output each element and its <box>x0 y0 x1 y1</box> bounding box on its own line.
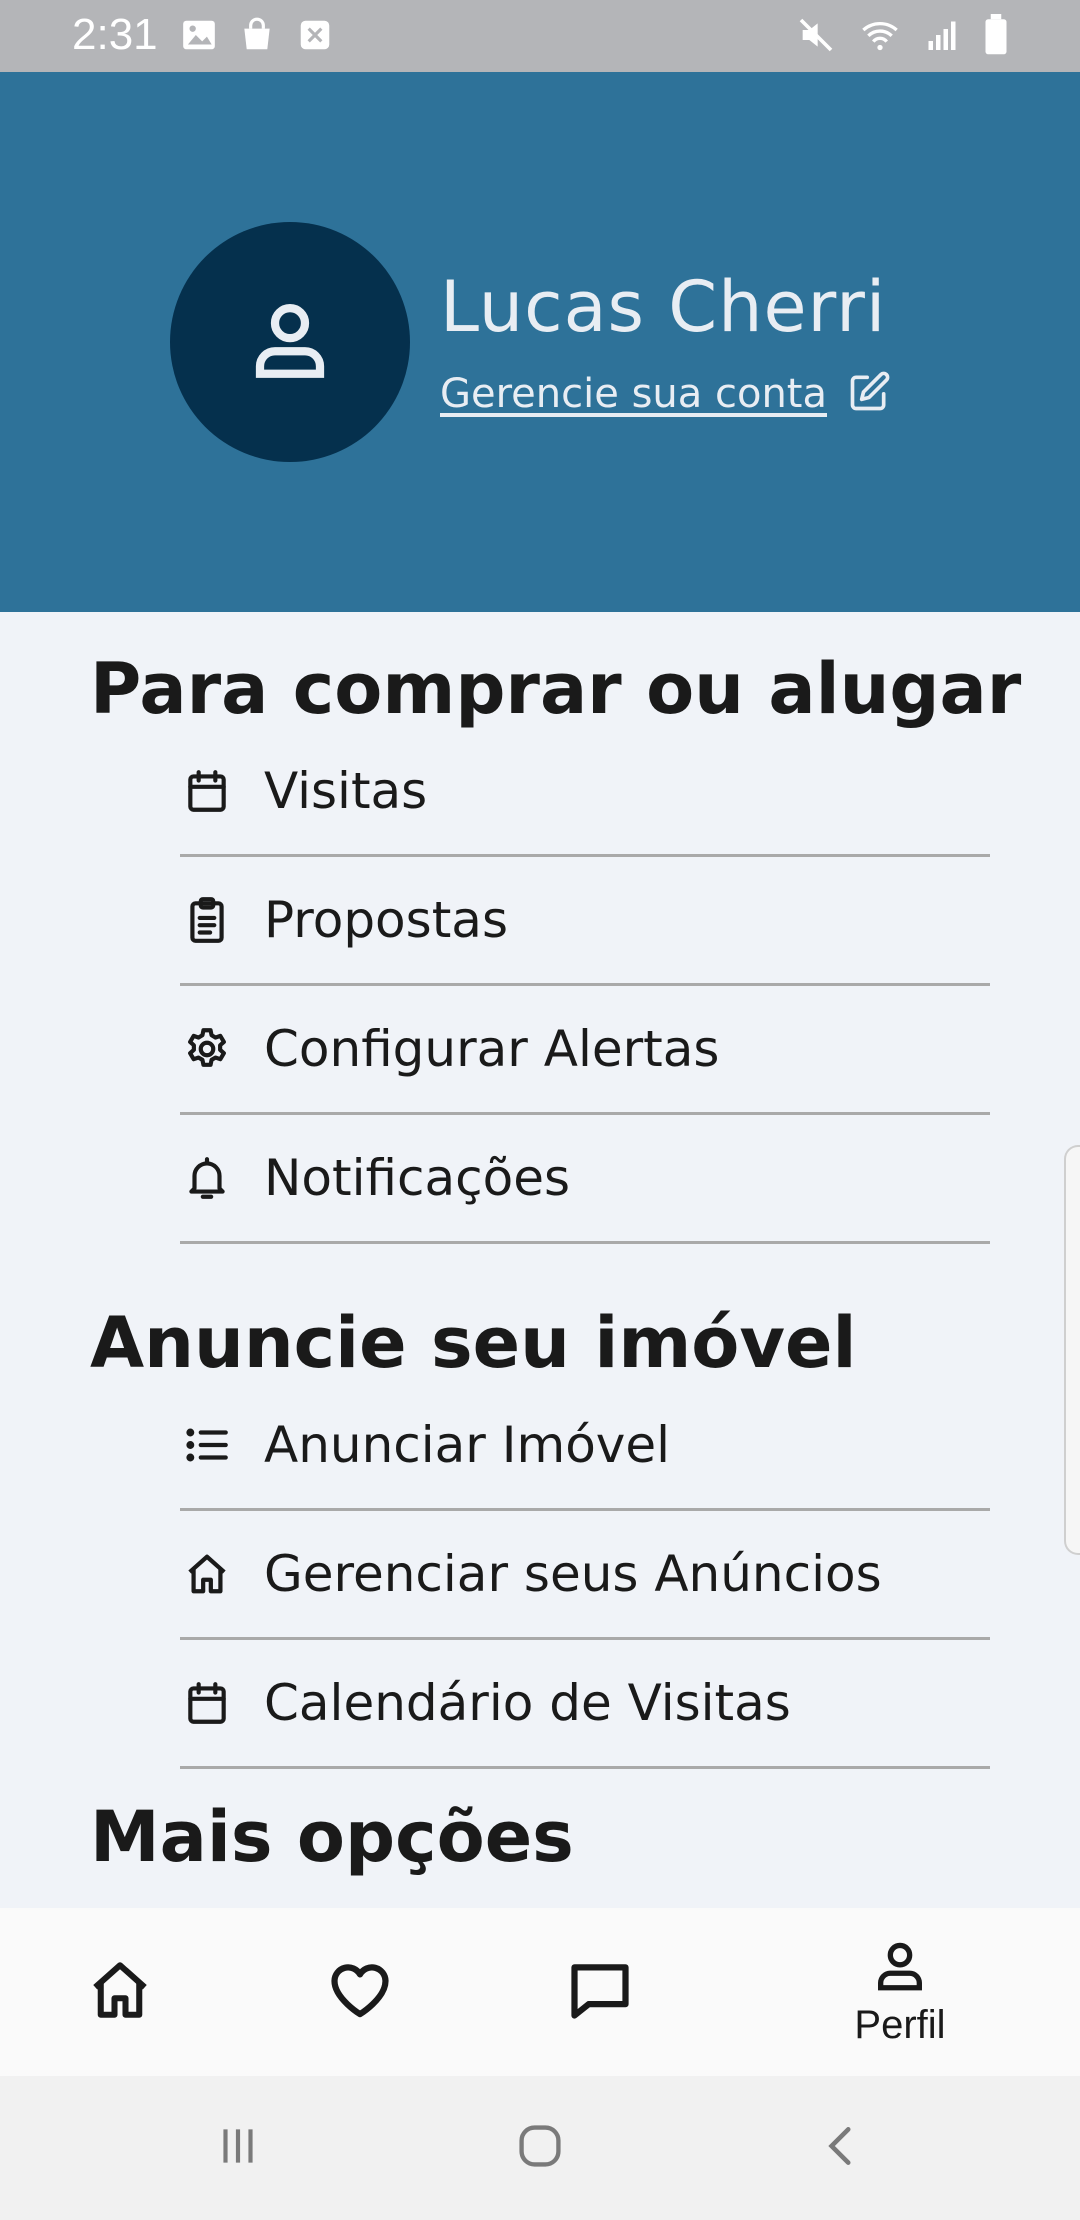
menu-item-anunciar-imovel[interactable]: Anunciar Imóvel <box>180 1382 990 1511</box>
wifi-icon <box>858 15 902 59</box>
bottom-nav: Perfil <box>0 1908 1080 2076</box>
menu-item-propostas[interactable]: Propostas <box>180 857 990 986</box>
back-button[interactable] <box>802 2116 882 2180</box>
profile-header: Lucas Cherri Gerencie sua conta <box>0 72 1080 612</box>
menu-label: Visitas <box>264 762 428 820</box>
user-name: Lucas Cherri <box>440 266 887 348</box>
menu-label: Configurar Alertas <box>264 1020 720 1078</box>
gear-icon <box>180 1022 234 1076</box>
system-nav-bar <box>0 2076 1080 2220</box>
calendar-icon <box>180 1676 234 1730</box>
menu-item-notificacoes[interactable]: Notificações <box>180 1115 990 1244</box>
calendar-icon <box>180 764 234 818</box>
home-icon[interactable] <box>87 1957 153 2027</box>
chat-icon[interactable] <box>566 1956 634 2028</box>
menu-item-calendario-visitas[interactable]: Calendário de Visitas <box>180 1640 990 1769</box>
home-button[interactable] <box>500 2116 580 2180</box>
menu-item-configurar-alertas[interactable]: Configurar Alertas <box>180 986 990 1115</box>
recent-apps-button[interactable] <box>198 2116 278 2180</box>
person-icon[interactable] <box>871 1937 929 1999</box>
person-icon <box>245 295 335 389</box>
section-title-more-options: Mais opções <box>90 1796 574 1878</box>
menu-item-visitas[interactable]: Visitas <box>180 728 990 857</box>
image-icon <box>180 16 218 58</box>
nav-favorites[interactable] <box>300 1908 420 2076</box>
edge-panel-handle[interactable] <box>1064 1145 1080 1555</box>
nav-profile-label[interactable]: Perfil <box>854 2003 945 2048</box>
battery-icon <box>982 14 1010 60</box>
status-bar: 2:31 <box>0 0 1080 72</box>
status-time: 2:31 <box>72 10 158 59</box>
section-title-buy-rent: Para comprar ou alugar <box>90 648 1022 730</box>
mute-icon <box>796 15 836 59</box>
recent-apps-icon[interactable] <box>213 2121 263 2175</box>
clipboard-icon <box>180 893 234 947</box>
menu-label: Gerenciar seus Anúncios <box>264 1545 882 1603</box>
home-icon <box>180 1547 234 1601</box>
section-title-advertise: Anuncie seu imóvel <box>90 1302 857 1384</box>
manage-account-link[interactable]: Gerencie sua conta <box>440 370 891 418</box>
bag-icon <box>238 16 276 58</box>
nav-messages[interactable] <box>540 1908 660 2076</box>
menu-label: Notificações <box>264 1149 571 1207</box>
back-icon[interactable] <box>817 2121 867 2175</box>
bell-icon <box>180 1151 234 1205</box>
home-circle-icon[interactable] <box>514 2120 566 2176</box>
menu-label: Propostas <box>264 891 508 949</box>
heart-icon[interactable] <box>326 1956 394 2028</box>
menu-item-gerenciar-anuncios[interactable]: Gerenciar seus Anúncios <box>180 1511 990 1640</box>
list-icon <box>180 1418 234 1472</box>
avatar[interactable] <box>170 222 410 462</box>
close-box-icon <box>296 16 334 58</box>
nav-home[interactable] <box>60 1908 180 2076</box>
manage-account-label[interactable]: Gerencie sua conta <box>440 371 827 417</box>
nav-profile[interactable]: Perfil <box>820 1908 980 2076</box>
edit-icon[interactable] <box>847 370 891 418</box>
menu-label: Anunciar Imóvel <box>264 1416 671 1474</box>
menu-label: Calendário de Visitas <box>264 1674 791 1732</box>
signal-icon <box>924 15 960 59</box>
